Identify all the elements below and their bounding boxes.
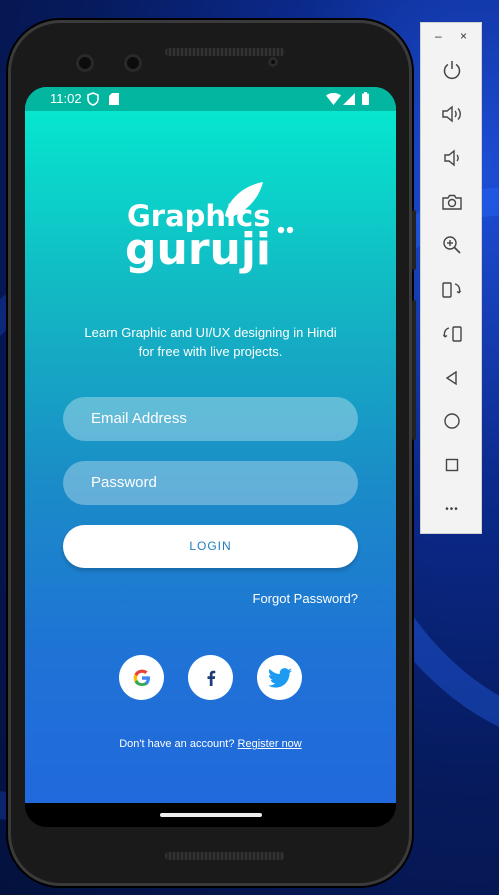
status-time: 11:02 bbox=[50, 91, 82, 106]
overview-button[interactable] bbox=[437, 450, 467, 480]
facebook-icon bbox=[207, 670, 215, 686]
volume-down-button[interactable] bbox=[437, 143, 467, 173]
power-icon bbox=[443, 61, 461, 80]
proximity-sensor bbox=[268, 57, 278, 67]
logo-text-bottom: guruji bbox=[125, 224, 271, 275]
rotate-right-button[interactable] bbox=[437, 319, 467, 349]
minimize-button[interactable]: – bbox=[435, 29, 442, 43]
volume-up-icon bbox=[442, 105, 461, 123]
tagline-line-2: for free with live projects. bbox=[138, 344, 283, 359]
zoom-in-icon bbox=[443, 236, 461, 254]
power-button[interactable] bbox=[437, 55, 467, 85]
graphics-guruji-logo: Graphics guruji bbox=[125, 182, 294, 275]
forgot-password-link[interactable]: Forgot Password? bbox=[253, 591, 359, 606]
front-camera bbox=[76, 54, 94, 72]
gesture-navbar bbox=[25, 803, 396, 827]
top-speaker bbox=[165, 48, 285, 56]
email-field[interactable] bbox=[63, 397, 358, 441]
google-login-button[interactable] bbox=[119, 655, 164, 700]
facebook-login-button[interactable] bbox=[188, 655, 233, 700]
home-gesture-handle[interactable] bbox=[160, 813, 262, 817]
login-screen: 11:02 Graphics guruji Learn Graphic and … bbox=[25, 87, 396, 803]
signup-prefix: Don't have an account? bbox=[119, 738, 235, 750]
overview-icon bbox=[445, 458, 459, 472]
wifi-icon bbox=[326, 93, 341, 105]
status-bar: 11:02 bbox=[25, 87, 396, 111]
emulator-toolbar: – × ••• bbox=[420, 22, 482, 534]
signal-icon bbox=[343, 93, 355, 105]
signup-prompt: Don't have an account? Register now bbox=[25, 738, 396, 750]
back-icon bbox=[445, 370, 457, 386]
phone-screen: 11:02 Graphics guruji Learn Graphic and … bbox=[25, 87, 396, 827]
back-button[interactable] bbox=[437, 363, 467, 393]
home-icon bbox=[444, 413, 460, 429]
register-now-link[interactable]: Register now bbox=[238, 738, 302, 750]
volume-up-button[interactable] bbox=[437, 99, 467, 129]
tagline: Learn Graphic and UI/UX designing in Hin… bbox=[45, 323, 376, 361]
twitter-icon bbox=[267, 667, 292, 688]
rotate-right-icon bbox=[442, 326, 462, 342]
bottom-speaker bbox=[165, 852, 285, 860]
rotate-left-button[interactable] bbox=[437, 275, 467, 305]
close-button[interactable]: × bbox=[460, 29, 467, 43]
sim-card-icon bbox=[109, 93, 119, 105]
twitter-login-button[interactable] bbox=[257, 655, 302, 700]
login-button[interactable]: LOGIN bbox=[63, 525, 358, 568]
google-icon bbox=[133, 669, 150, 686]
home-button[interactable] bbox=[437, 406, 467, 436]
side-button bbox=[412, 210, 416, 270]
screenshot-button[interactable] bbox=[437, 187, 467, 217]
battery-icon bbox=[362, 92, 369, 105]
shield-icon bbox=[87, 92, 99, 106]
camera-icon bbox=[442, 194, 462, 210]
front-sensor bbox=[124, 54, 142, 72]
more-button[interactable]: ••• bbox=[437, 494, 467, 524]
side-button bbox=[412, 300, 416, 440]
rotate-left-icon bbox=[442, 282, 462, 298]
tagline-line-1: Learn Graphic and UI/UX designing in Hin… bbox=[84, 325, 337, 340]
volume-down-icon bbox=[444, 149, 459, 167]
password-field[interactable] bbox=[63, 461, 358, 505]
zoom-button[interactable] bbox=[437, 230, 467, 260]
